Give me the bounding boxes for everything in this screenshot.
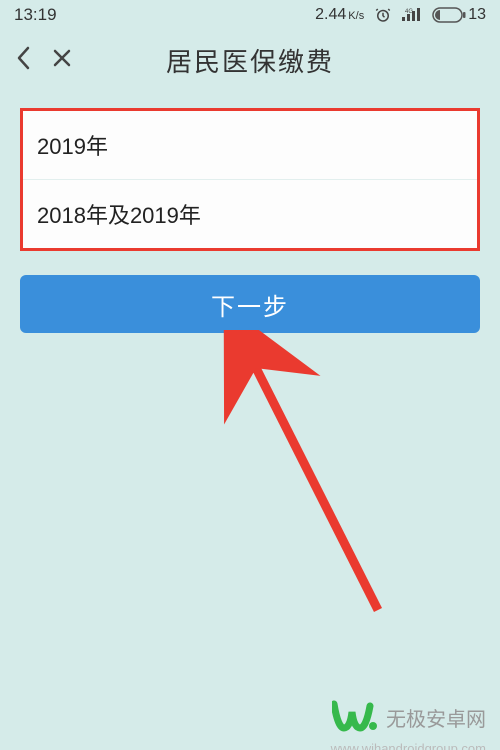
back-button[interactable] [16,46,30,75]
battery-indicator: 13 [432,6,486,24]
net-speed-unit: K/s [348,10,364,22]
watermark-brand: 无极安卓网 [386,703,486,732]
year-option-2018-2019[interactable]: 2018年及2019年 [23,179,477,248]
battery-icon [432,7,466,23]
watermark-url: www.wjhandroidgroup.com [331,741,486,750]
page-title: 居民医保缴费 [166,42,334,79]
year-option-2019[interactable]: 2019年 [23,111,477,179]
status-indicators: 2.44 K/s 4G 13 [315,6,486,24]
status-time: 13:19 [14,5,315,25]
tutorial-arrow-annotation [220,330,420,625]
next-step-button[interactable]: 下一步 [20,275,480,333]
battery-percent: 13 [468,6,486,24]
watermark: 无极安卓网 [332,698,486,736]
status-bar: 13:19 2.44 K/s 4G 13 [0,0,500,30]
svg-text:4G: 4G [405,9,413,15]
close-icon [52,48,72,68]
year-options-highlight-box: 2019年 2018年及2019年 [20,108,480,251]
net-speed: 2.44 K/s [315,6,364,24]
watermark-logo-icon [332,698,378,736]
chevron-left-icon [16,46,30,70]
close-button[interactable] [52,48,72,73]
next-step-label: 下一步 [211,287,289,322]
nav-bar: 居民医保缴费 [0,30,500,90]
alarm-icon [374,6,392,24]
content-area: 2019年 2018年及2019年 [0,90,500,251]
signal-icon: 4G [402,7,422,23]
net-speed-value: 2.44 [315,6,346,24]
